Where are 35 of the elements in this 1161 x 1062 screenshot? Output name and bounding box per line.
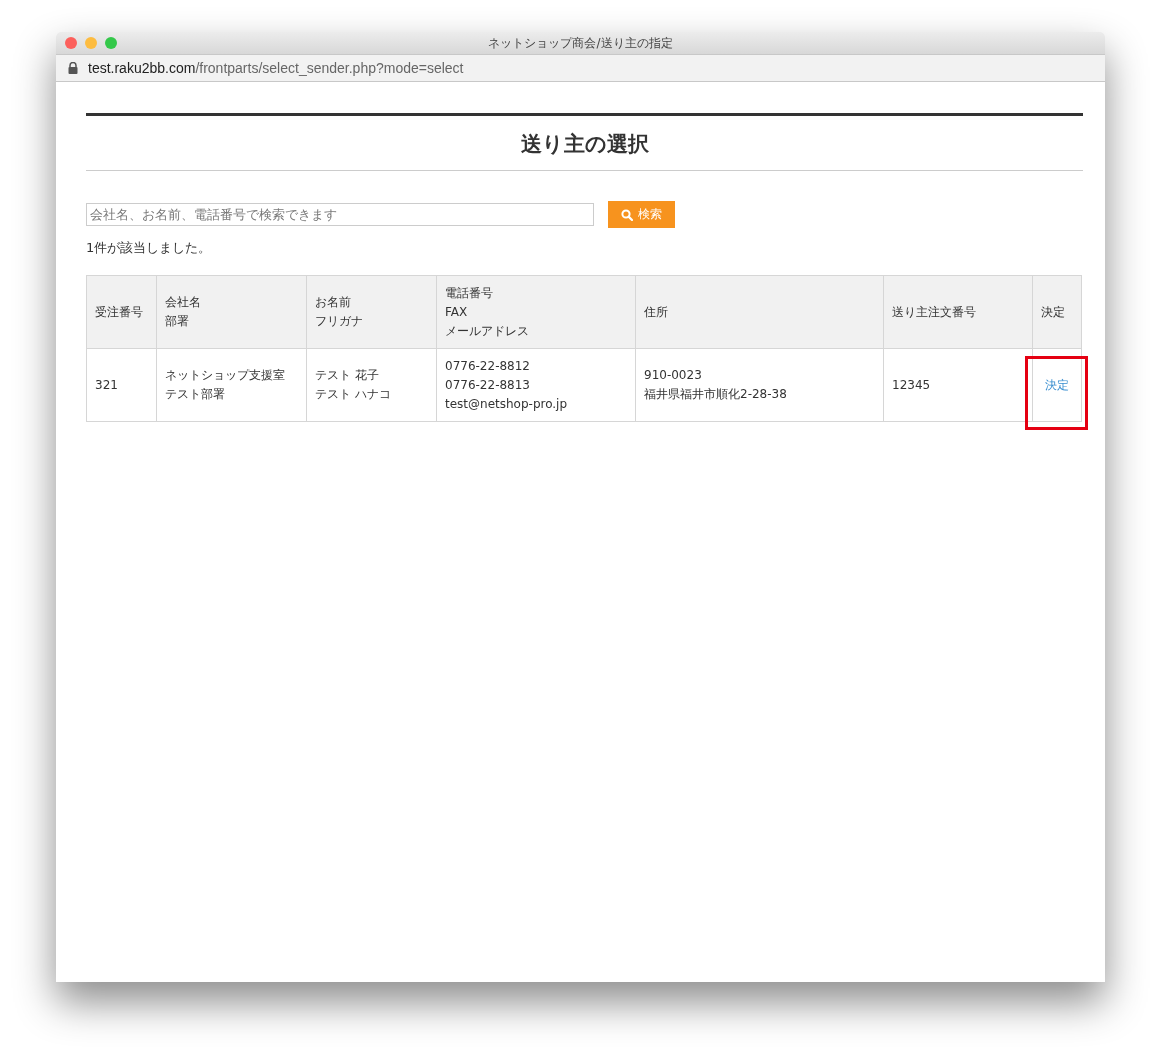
column-header: フリガナ [315,312,363,331]
column-header: 電話番号 [445,283,493,303]
url-text: test.raku2bb.com/frontparts/select_sender.php?mode=select [88,60,464,76]
page-heading: 送り主の選択 [86,116,1083,171]
zoom-icon[interactable] [105,37,117,49]
search-button[interactable]: 検索 [608,201,675,228]
result-count: 1件が該当しました。 [86,239,213,257]
cell-text: テスト ハナコ [315,385,391,404]
column-header: 決定 [1041,302,1065,322]
close-icon[interactable] [65,37,77,49]
cell-text: 0776-22-8813 [445,375,530,395]
cell-text: 0776-22-8812 [445,356,530,376]
cell-text: test@netshop-pro.jp [445,394,568,414]
search-field[interactable]: 会社名、お名前、電話番号で検索できます [86,203,594,226]
cell-text: テスト 花子 [315,366,379,385]
decide-link[interactable]: 決定 [1045,377,1069,392]
column-header: メールアドレス [445,321,529,341]
cell-text: 910-0023 [644,366,702,385]
cell-text: ネットショップ支援室 [165,366,285,385]
window-title: ネットショップ商会/送り主の指定 [488,35,673,50]
cell-text: 321 [95,375,118,395]
minimize-icon[interactable] [85,37,97,49]
cell-text: 12345 [892,375,931,395]
cell-text: テスト部署 [165,385,225,404]
column-header: 部署 [165,312,189,331]
column-header: FAX [445,302,468,322]
lock-icon [68,62,78,74]
column-header: 会社名 [165,293,201,312]
column-header: 受注番号 [95,302,143,322]
search-icon [621,208,633,221]
column-header: お名前 [315,293,351,312]
column-header: 送り主注文番号 [892,302,976,322]
column-header: 住所 [644,302,668,322]
cell-text: 福井県福井市順化2-28-38 [644,385,787,404]
address-bar[interactable]: test.raku2bb.com/frontparts/select_sender.php?mode=select [56,55,1105,82]
